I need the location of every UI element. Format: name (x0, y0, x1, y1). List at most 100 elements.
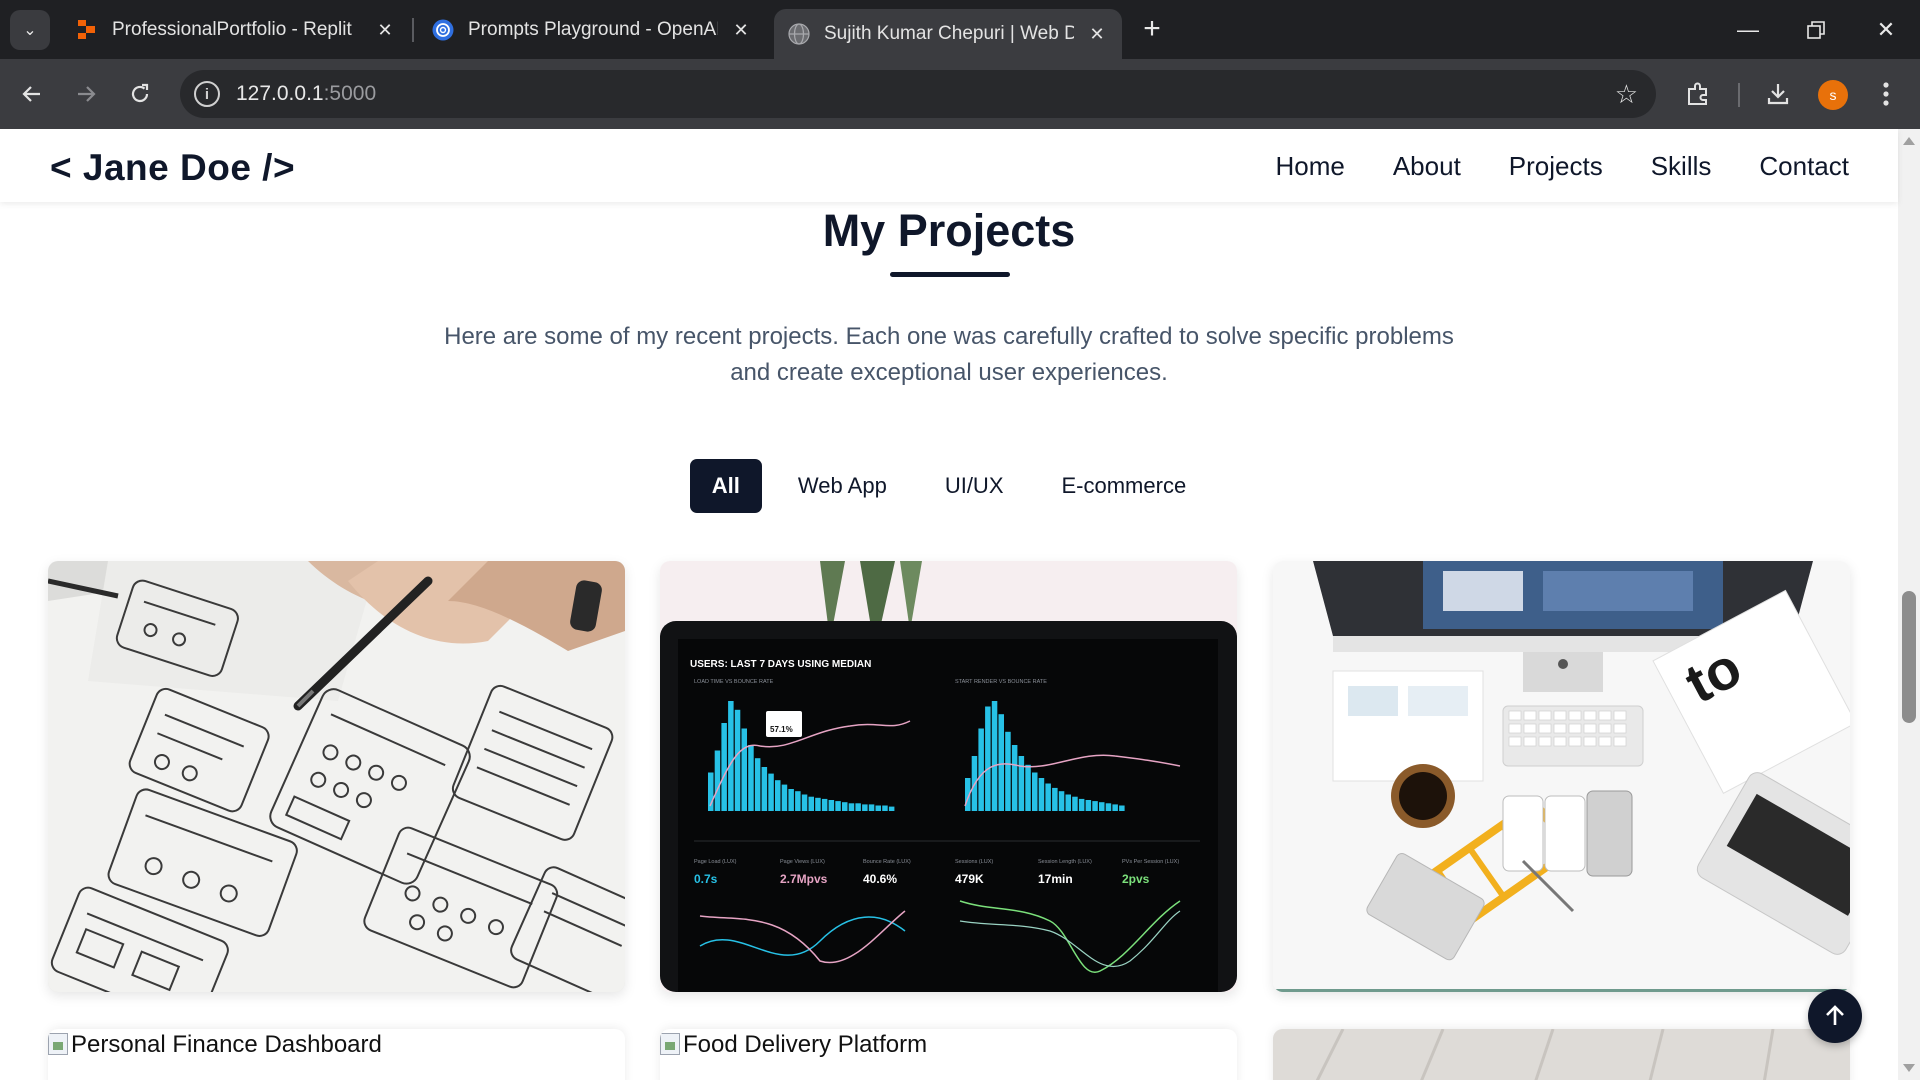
dash-histogram-bar (775, 780, 781, 811)
dash-stat-label-4: Session Length (LUX) (1038, 859, 1092, 865)
page-scrollbar[interactable] (1898, 129, 1920, 1080)
close-window-icon[interactable]: ✕ (1862, 12, 1910, 48)
dash-histogram-bar (801, 794, 808, 811)
dash-panel-left-title: LOAD TIME VS BOUNCE RATE (694, 679, 774, 685)
nav-about-link[interactable]: About (1393, 151, 1461, 182)
dash-histogram-bar (862, 804, 868, 811)
project-card-food-delivery[interactable]: Food Delivery Platform (660, 1029, 1237, 1080)
title-underline (890, 272, 1010, 277)
broken-image-icon (660, 1033, 680, 1055)
dash-stat-value-1: 2.7Mpvs (780, 872, 828, 886)
url-port: :5000 (323, 82, 377, 105)
nav-projects-link[interactable]: Projects (1509, 151, 1603, 182)
desk-workspace-image: to (1273, 561, 1850, 992)
tab-title: ProfessionalPortfolio - Replit (112, 19, 352, 40)
download-icon[interactable] (1760, 76, 1796, 112)
nav-home-link[interactable]: Home (1275, 151, 1344, 182)
scroll-up-arrow-icon[interactable] (1903, 137, 1915, 145)
close-tab-icon[interactable]: ✕ (1086, 23, 1108, 45)
site-info-icon[interactable]: i (194, 81, 220, 107)
dash-stat-value-3: 479K (955, 872, 984, 886)
close-tab-icon[interactable]: ✕ (374, 19, 396, 41)
filter-web-app-button[interactable]: Web App (776, 459, 909, 513)
project-card-dashboard[interactable]: USERS: LAST 7 DAYS USING MEDIAN LOAD TIM… (660, 561, 1237, 992)
site-logo[interactable]: < Jane Doe /> (50, 147, 295, 189)
tab-portfolio-active[interactable]: Sujith Kumar Chepuri | Web Dev ✕ (774, 9, 1122, 59)
dash-histogram-bar (1058, 791, 1065, 811)
project-card-wireframes[interactable] (48, 561, 625, 992)
broken-image-finance: Personal Finance Dashboard (48, 1029, 382, 1059)
project-filters: All Web App UI/UX E-commerce (0, 459, 1898, 513)
replit-icon (76, 19, 98, 41)
dash-histogram-bar (1038, 778, 1045, 811)
broken-image-food-delivery: Food Delivery Platform (660, 1029, 927, 1059)
back-arrow-icon[interactable] (14, 76, 50, 112)
dash-histogram-bar (815, 797, 821, 811)
nav-skills-link[interactable]: Skills (1651, 151, 1712, 182)
dash-stat-label-3: Sessions (LUX) (955, 859, 993, 865)
page-viewport: < Jane Doe /> Home About Projects Skills… (0, 129, 1920, 1080)
dash-histogram-bar (1025, 764, 1031, 811)
dash-histogram-bar (1065, 794, 1071, 811)
dash-histogram-bar (888, 806, 895, 811)
new-tab-plus-icon[interactable]: + (1136, 14, 1168, 46)
globe-icon (788, 23, 810, 45)
profile-avatar[interactable]: s (1818, 80, 1848, 110)
dash-histogram-bar (748, 745, 754, 811)
tab-title: Sujith Kumar Chepuri | Web Dev (824, 23, 1074, 44)
dash-histogram-bar (978, 728, 984, 811)
nav-contact-link[interactable]: Contact (1759, 151, 1849, 182)
url-host: 127.0.0.1 (236, 82, 324, 105)
bookmark-star-icon[interactable]: ☆ (1615, 79, 1638, 110)
dash-stat-label-0: Page Load (LUX) (694, 859, 737, 865)
scrollbar-thumb[interactable] (1902, 591, 1916, 723)
dash-tooltip-value: 57.1% (770, 725, 793, 734)
dash-stat-value-0: 0.7s (694, 872, 718, 886)
tab-search-chevron-icon[interactable]: ⌄ (10, 10, 50, 50)
reload-icon[interactable] (122, 76, 158, 112)
dash-histogram-bar (768, 773, 774, 811)
forward-arrow-icon[interactable] (68, 76, 104, 112)
dash-histogram-bar (1032, 772, 1038, 811)
dash-histogram-bar (1119, 805, 1125, 811)
browser-menu-kebab-icon[interactable] (1868, 76, 1904, 112)
tab-openai[interactable]: Prompts Playground - OpenAI A ✕ (418, 9, 766, 51)
address-bar[interactable]: i 127.0.0.1:5000 ☆ (180, 70, 1656, 118)
dash-histogram-bar (1085, 800, 1092, 811)
project-card-partial[interactable] (1273, 1029, 1850, 1080)
back-to-top-arrow-icon[interactable] (1808, 989, 1862, 1043)
dash-histogram-bar (821, 798, 828, 811)
dash-stat-label-1: Page Views (LUX) (780, 859, 825, 865)
tab-replit[interactable]: ProfessionalPortfolio - Replit ✕ (62, 9, 410, 51)
filter-ui-ux-button[interactable]: UI/UX (923, 459, 1026, 513)
dash-histogram-bar (882, 805, 888, 811)
dash-histogram-bar (835, 801, 841, 811)
extensions-puzzle-icon[interactable] (1680, 76, 1716, 112)
site-nav: Home About Projects Skills Contact (1275, 151, 1849, 182)
tab-title: Prompts Playground - OpenAI A (468, 19, 718, 40)
close-tab-icon[interactable]: ✕ (730, 19, 752, 41)
dash-histogram-bar (828, 800, 835, 811)
project-card-finance[interactable]: Personal Finance Dashboard (48, 1029, 625, 1080)
browser-tab-strip: ⌄ ProfessionalPortfolio - Replit ✕ Promp… (0, 0, 1920, 59)
restore-window-icon[interactable] (1792, 12, 1840, 48)
project-card-desk[interactable]: to (1273, 561, 1850, 992)
filter-ecommerce-button[interactable]: E-commerce (1040, 459, 1209, 513)
filter-all-button[interactable]: All (689, 459, 762, 513)
dash-histogram-bar (1112, 804, 1118, 811)
dash-stat-label-2: Bounce Rate (LUX) (863, 859, 911, 865)
section-description: Here are some of my recent projects. Eac… (444, 323, 1454, 386)
dash-histogram-bar (1005, 731, 1011, 811)
dash-stat-value-5: 2pvs (1122, 872, 1150, 886)
openai-icon (432, 19, 454, 41)
dash-histogram-bar (1052, 787, 1058, 811)
dash-histogram-bar (788, 789, 794, 811)
dash-stat-value-2: 40.6% (863, 872, 897, 886)
analytics-dashboard-image: USERS: LAST 7 DAYS USING MEDIAN LOAD TIM… (660, 561, 1237, 992)
dash-histogram-bar (721, 723, 727, 811)
dash-histogram-bar (868, 804, 875, 811)
tab-divider (412, 18, 414, 42)
minimize-window-icon[interactable]: — (1724, 12, 1772, 48)
dash-histogram-bar (855, 803, 861, 811)
scroll-down-arrow-icon[interactable] (1903, 1064, 1915, 1072)
